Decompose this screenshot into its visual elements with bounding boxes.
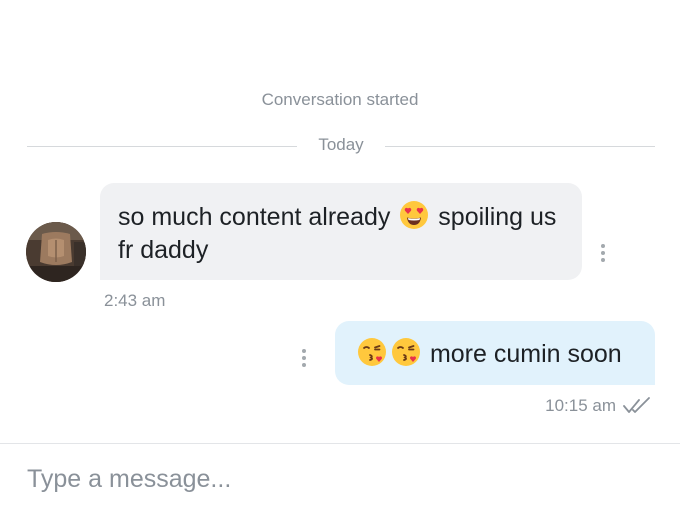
outgoing-message-text: more cumin soon [429, 340, 622, 368]
message-input[interactable] [27, 462, 647, 496]
outgoing-message-meta: 10:15 am [545, 396, 652, 416]
incoming-message-bubble[interactable]: so much content already spoiling us fr d… [100, 183, 582, 280]
outgoing-message-more-icon[interactable] [301, 349, 307, 370]
chat-screen: Conversation started Today so much conte… [0, 0, 680, 511]
incoming-message-text-part1: so much content already [118, 203, 391, 231]
date-divider: Today [27, 134, 655, 158]
divider-line-right [385, 146, 655, 147]
incoming-message-more-icon[interactable] [600, 244, 606, 265]
outgoing-message-time: 10:15 am [545, 396, 616, 415]
kissing-face-emoji-icon [392, 338, 420, 366]
kissing-face-emoji-icon [358, 338, 386, 366]
message-composer [0, 443, 680, 511]
double-check-read-icon [623, 397, 650, 413]
avatar-photo [26, 222, 86, 282]
outgoing-message-bubble[interactable]: more cumin soon [335, 321, 655, 385]
sender-avatar[interactable] [26, 222, 86, 282]
heart-eyes-emoji-icon [400, 201, 429, 229]
date-divider-label: Today [318, 135, 364, 154]
conversation-started-label: Conversation started [261, 90, 419, 109]
incoming-message-time: 2:43 am [104, 291, 166, 310]
